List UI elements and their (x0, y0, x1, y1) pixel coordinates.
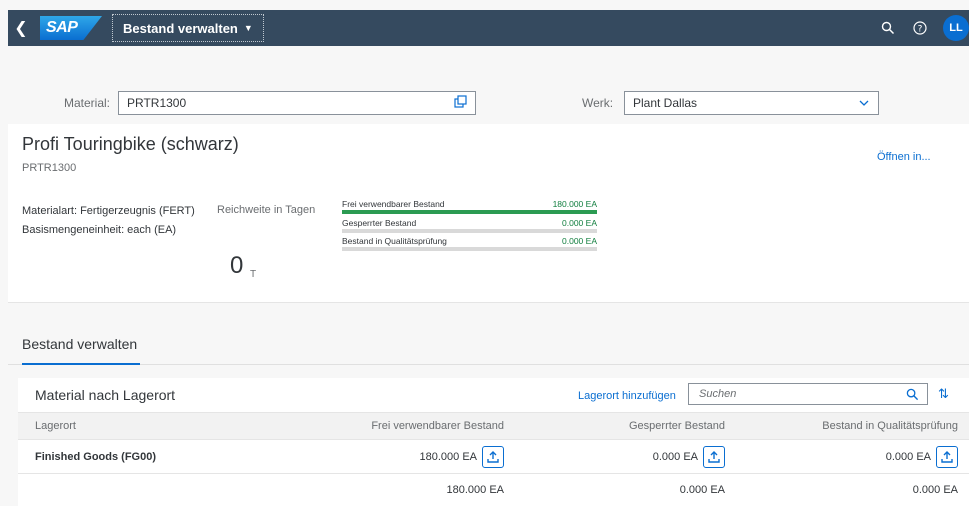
upload-icon (487, 450, 499, 463)
search-placeholder: Suchen (699, 388, 737, 400)
transfer-gesperrt-button[interactable] (703, 445, 725, 468)
col-frei[interactable]: Frei verwendbarer Bestand (298, 413, 504, 439)
tab-underline (22, 363, 140, 365)
stock-gesperrt: Gesperrter Bestand 0.000 EA (342, 218, 597, 233)
upload-icon (941, 450, 953, 463)
transfer-qualitaet-button[interactable] (936, 445, 958, 468)
table-header: Lagerort Frei verwendbarer Bestand Gespe… (18, 412, 969, 440)
object-title: Profi Touringbike (schwarz) (22, 134, 239, 154)
stock-bar (342, 247, 597, 251)
stock-bar-fill (342, 210, 597, 214)
cell-gesperrt: 0.000 EA (518, 440, 725, 473)
reichweite-label: Reichweite in Tagen (217, 204, 316, 216)
cell-qualitaet: 0.000 EA (748, 440, 958, 473)
search-icon[interactable] (906, 388, 919, 401)
add-lagerort-link[interactable]: Lagerort hinzufügen (578, 390, 676, 402)
open-in-link[interactable]: Öffnen in... (877, 151, 931, 163)
divider (8, 364, 969, 365)
svg-text:?: ? (918, 25, 923, 35)
col-lagerort[interactable]: Lagerort (35, 413, 235, 439)
table-title: Material nach Lagerort (35, 387, 176, 403)
transfer-frei-button[interactable] (482, 445, 504, 468)
col-qualitaet[interactable]: Bestand in Qualitätsprüfung (748, 413, 958, 439)
section-bestand: Bestand verwalten Material nach Lagerort… (8, 302, 969, 506)
section-tabbar: Bestand verwalten (8, 302, 969, 365)
stock-value: 0.000 EA (562, 236, 597, 246)
sap-logo[interactable]: SAP (40, 16, 102, 40)
tab-bestand-verwalten[interactable]: Bestand verwalten (22, 336, 137, 352)
app-title-menu[interactable]: Bestand verwalten ▼ (112, 14, 264, 42)
value-help-icon[interactable] (454, 95, 467, 108)
table-totals-row: 180.000 EA 0.000 EA 0.000 EA (18, 474, 969, 506)
lagerort-table: Material nach Lagerort Lagerort hinzufüg… (18, 378, 969, 506)
stock-bar (342, 210, 597, 214)
stock-label: Gesperrter Bestand (342, 218, 417, 228)
chevron-down-icon[interactable] (858, 97, 870, 109)
material-input[interactable]: PRTR1300 (118, 91, 476, 115)
logo-text: SAP (46, 19, 78, 36)
stock-frei: Frei verwendbarer Bestand 180.000 EA (342, 199, 597, 214)
basismenge-text: Basismengeneinheit: each (EA) (22, 224, 177, 236)
reichweite-unit: T (250, 269, 257, 280)
werk-value: Plant Dallas (633, 96, 698, 110)
total-gesperrt: 0.000 EA (679, 484, 725, 496)
reichweite-value: 0 (230, 252, 244, 279)
upload-icon (708, 450, 720, 463)
cell-lagerort: Finished Goods (FG00) (35, 450, 157, 463)
materialart-text: Materialart: Fertigerzeugnis (FERT) (22, 205, 195, 217)
total-frei: 180.000 EA (446, 484, 505, 496)
cell-frei-value: 180.000 EA (419, 450, 478, 463)
stock-label: Frei verwendbarer Bestand (342, 199, 445, 209)
stock-label: Bestand in Qualitätsprüfung (342, 236, 447, 246)
cell-gesperrt-value: 0.000 EA (652, 450, 698, 463)
help-icon[interactable]: ? (911, 21, 929, 35)
cell-qualitaet-value: 0.000 EA (885, 450, 931, 463)
stock-bar (342, 229, 597, 233)
total-qualitaet: 0.000 EA (912, 484, 958, 496)
object-subtitle: PRTR1300 (22, 162, 77, 174)
caret-down-icon: ▼ (243, 23, 253, 33)
table-toolbar: Material nach Lagerort Lagerort hinzufüg… (18, 378, 969, 412)
col-gesperrt[interactable]: Gesperrter Bestand (518, 413, 725, 439)
table-row[interactable]: Finished Goods (FG00) 180.000 EA 0.000 E… (18, 440, 969, 474)
table-search-input[interactable]: Suchen (688, 383, 928, 405)
filter-bar: Material: PRTR1300 Werk: Plant Dallas (8, 46, 969, 124)
stock-qualitaet: Bestand in Qualitätsprüfung 0.000 EA (342, 236, 597, 251)
app-title: Bestand verwalten (123, 20, 238, 36)
material-value: PRTR1300 (127, 96, 187, 110)
material-label: Material: (64, 96, 111, 110)
werk-label: Werk: (582, 96, 614, 110)
cell-frei: 180.000 EA (298, 440, 504, 473)
shell-bar: ❮ SAP Bestand verwalten ▼ ? LL (8, 10, 969, 46)
stock-value: 0.000 EA (562, 218, 597, 228)
stock-value: 180.000 EA (552, 199, 597, 209)
user-avatar[interactable]: LL (943, 15, 969, 41)
search-icon[interactable] (879, 21, 897, 35)
werk-select[interactable]: Plant Dallas (624, 91, 879, 115)
sort-icon[interactable]: ⇅ (938, 386, 949, 402)
object-header: Profi Touringbike (schwarz) PRTR1300 Öff… (8, 124, 969, 302)
back-icon[interactable]: ❮ (8, 10, 34, 46)
